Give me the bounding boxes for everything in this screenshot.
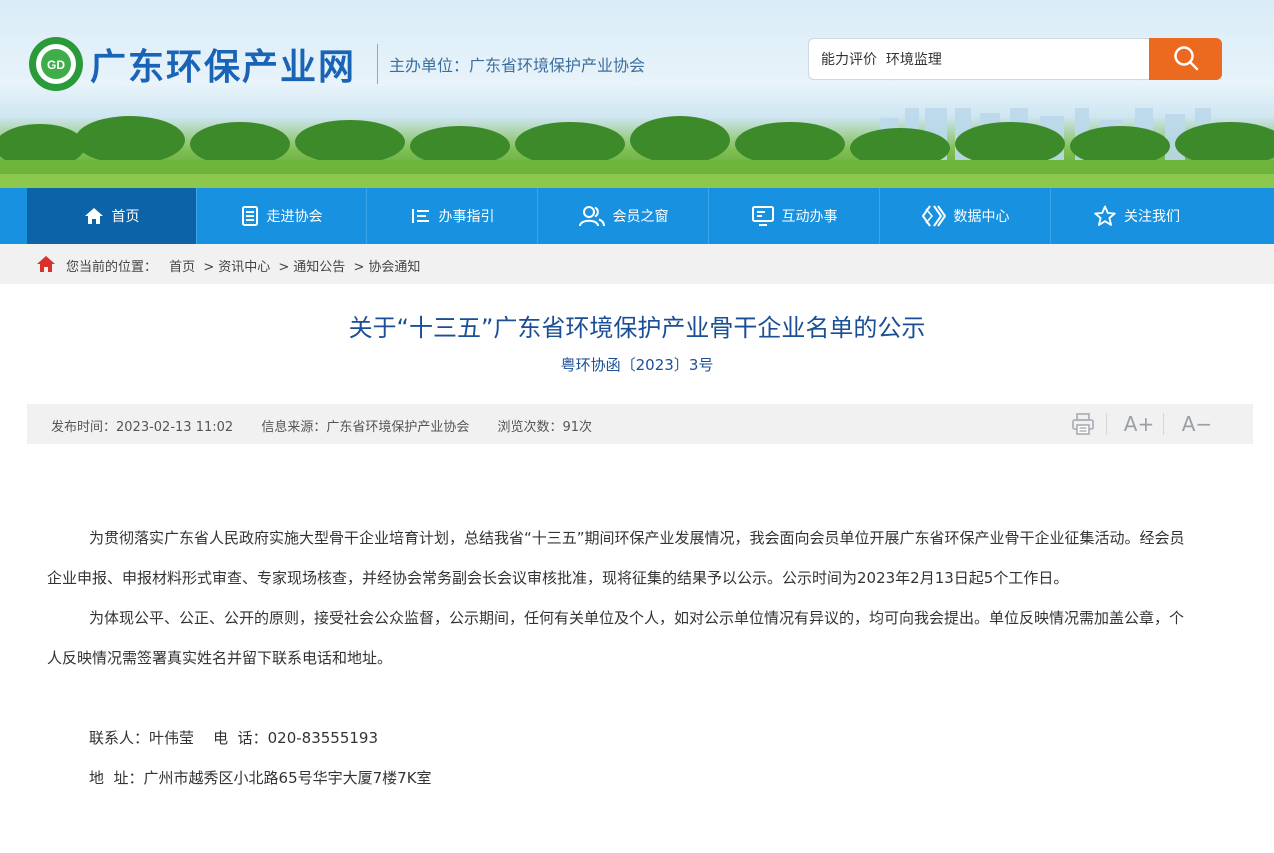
nav-item-guide[interactable]: 办事指引 [368, 188, 538, 244]
main-nav: 首页 走进协会 办事指引 会员之窗 互动办事 数据中心 关注我们 [0, 188, 1274, 244]
header-landscape [0, 108, 1274, 188]
host-organization: 主办单位：广东省环境保护产业协会 [389, 56, 646, 75]
article-title: 关于“十三五”广东省环境保护产业骨干企业名单的公示 [348, 314, 926, 342]
breadcrumb-separator: > [203, 260, 215, 275]
breadcrumb-link[interactable]: 资讯中心 [218, 260, 270, 275]
article-paragraph: 为贯彻落实广东省人民政府实施大型骨干企业培育计划，总结我省“十三五”期间环保产业… [47, 529, 1185, 587]
nav-item-label: 关注我们 [1124, 209, 1180, 225]
site-name[interactable]: 广东环保产业网 [90, 38, 356, 90]
svg-text:GD: GD [47, 58, 65, 72]
breadcrumb-prefix: 您当前的位置： [66, 260, 158, 275]
nav-item-about[interactable]: 走进协会 [197, 188, 367, 244]
nav-item-label: 办事指引 [438, 209, 495, 225]
nav-item-label: 会员之窗 [612, 209, 669, 225]
star-icon [1094, 205, 1116, 226]
printer-icon [1072, 413, 1094, 435]
search-input[interactable] [808, 38, 1150, 80]
tool-divider [1106, 413, 1107, 435]
breadcrumb: 您当前的位置： 首页 > 资讯中心 > 通知公告 > 协会通知 [0, 244, 1274, 284]
breadcrumb-link[interactable]: 协会通知 [368, 260, 420, 275]
document-number: 粤环协函〔2023〕3号 [560, 356, 714, 374]
print-button[interactable] [1067, 404, 1099, 444]
views-label: 浏览次数： [497, 420, 563, 435]
home-icon [37, 256, 55, 272]
nav-item-home[interactable]: 首页 [27, 188, 197, 244]
home-icon [84, 208, 103, 224]
article-paragraph: 为体现公平、公正、公开的原则，接受社会公众监督，公示期间，任何有关单位及个人，如… [47, 609, 1185, 667]
site-header: GD 广东环保产业网 主办单位：广东省环境保护产业协会 [0, 0, 1274, 188]
view-count: 浏览次数：91次 [497, 420, 604, 435]
monitor-icon [751, 206, 774, 226]
contact-line: 联系人：叶伟莹 电 话：020-83555193 [89, 729, 379, 747]
nav-item-label: 首页 [111, 209, 140, 225]
site-logo-icon: GD [29, 37, 83, 91]
chevrons-icon [921, 205, 946, 227]
publish-label: 发布时间： [51, 420, 117, 435]
list-icon [411, 209, 429, 223]
address-line: 地 址：广州市越秀区小北路65号华宇大厦7楼7K室 [89, 769, 432, 787]
nav-item-label: 数据中心 [953, 209, 1010, 225]
breadcrumb-link[interactable]: 首页 [169, 260, 195, 275]
nav-item-interactive[interactable]: 互动办事 [710, 188, 880, 244]
font-decrease-button[interactable]: A− [1177, 404, 1217, 444]
breadcrumb-trail: 您当前的位置： 首页 > 资讯中心 > 通知公告 > 协会通知 [66, 256, 420, 275]
nav-item-label: 走进协会 [266, 209, 323, 225]
document-icon [241, 206, 258, 226]
nav-item-label: 互动办事 [781, 209, 838, 225]
search-bar [808, 38, 1222, 80]
views-value: 91次 [562, 420, 593, 435]
breadcrumb-separator: > [353, 260, 365, 275]
tool-divider [1163, 413, 1164, 435]
font-increase-button[interactable]: A+ [1119, 404, 1159, 444]
source-label: 信息来源： [261, 420, 327, 435]
breadcrumb-separator: > [278, 260, 290, 275]
nav-item-data-center[interactable]: 数据中心 [881, 188, 1051, 244]
breadcrumb-link[interactable]: 通知公告 [293, 260, 345, 275]
article-meta-bar: 发布时间：2023-02-13 11:02 信息来源：广东省环境保护产业协会 浏… [27, 404, 1253, 444]
info-source: 信息来源：广东省环境保护产业协会 [261, 420, 481, 435]
publish-time: 发布时间：2023-02-13 11:02 [51, 420, 245, 435]
search-button[interactable] [1149, 38, 1222, 80]
users-icon [578, 206, 605, 227]
nav-item-follow[interactable]: 关注我们 [1052, 188, 1222, 244]
header-divider [377, 44, 378, 84]
nav-item-members[interactable]: 会员之窗 [539, 188, 709, 244]
publish-time-value: 2023-02-13 11:02 [116, 420, 234, 435]
article-body: 为贯彻落实广东省人民政府实施大型骨干企业培育计划，总结我省“十三五”期间环保产业… [47, 518, 1197, 798]
search-icon [1173, 45, 1198, 70]
source-value: 广东省环境保护产业协会 [326, 420, 470, 435]
article-meta-info: 发布时间：2023-02-13 11:02 信息来源：广东省环境保护产业协会 浏… [51, 416, 616, 435]
